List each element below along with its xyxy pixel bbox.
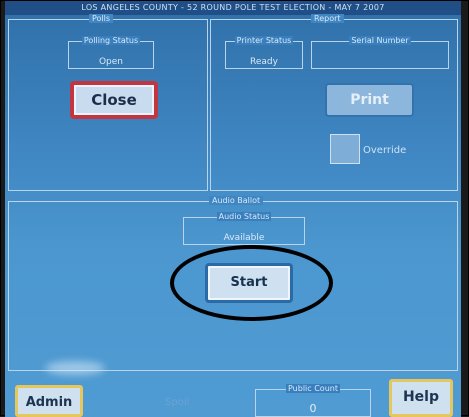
audio-status-value: Available (223, 233, 265, 243)
election-title-bar: LOS ANGELES COUNTY - 52 ROUND POLE TEST … (5, 1, 461, 15)
polling-status-label: Polling Status (81, 36, 141, 45)
report-panel-title: Report (311, 14, 344, 23)
screen-glare (45, 361, 105, 375)
polling-status-value: Open (98, 57, 124, 67)
help-button[interactable]: Help (389, 379, 453, 417)
audio-status-box: Audio Status Available (183, 212, 305, 245)
override-label: Override (363, 145, 407, 156)
serial-number-label: Serial Number (349, 36, 411, 45)
faint-footer-label: Spoil (165, 397, 190, 408)
polls-panel-title: Polls (89, 14, 114, 23)
public-count-box: Public Count 0 (255, 384, 371, 417)
annotation-circle (170, 245, 333, 321)
print-button[interactable]: Print (325, 83, 414, 117)
printer-status-label: Printer Status (234, 36, 294, 45)
public-count-value: 0 (309, 402, 317, 415)
photo-frame: LOS ANGELES COUNTY - 52 ROUND POLE TEST … (0, 0, 469, 417)
audio-status-label: Audio Status (216, 212, 272, 221)
admin-button[interactable]: Admin (15, 385, 83, 417)
serial-number-box: Serial Number (311, 36, 449, 69)
audio-ballot-title: Audio Ballot (209, 196, 264, 205)
polling-status-box: Polling Status Open (68, 36, 154, 69)
public-count-label: Public Count (286, 384, 340, 393)
close-polls-button[interactable]: Close (70, 81, 158, 119)
voting-machine-screen: LOS ANGELES COUNTY - 52 ROUND POLE TEST … (5, 1, 461, 417)
override-checkbox[interactable] (330, 134, 360, 164)
printer-status-box: Printer Status Ready (225, 36, 303, 69)
printer-status-value: Ready (250, 57, 278, 67)
